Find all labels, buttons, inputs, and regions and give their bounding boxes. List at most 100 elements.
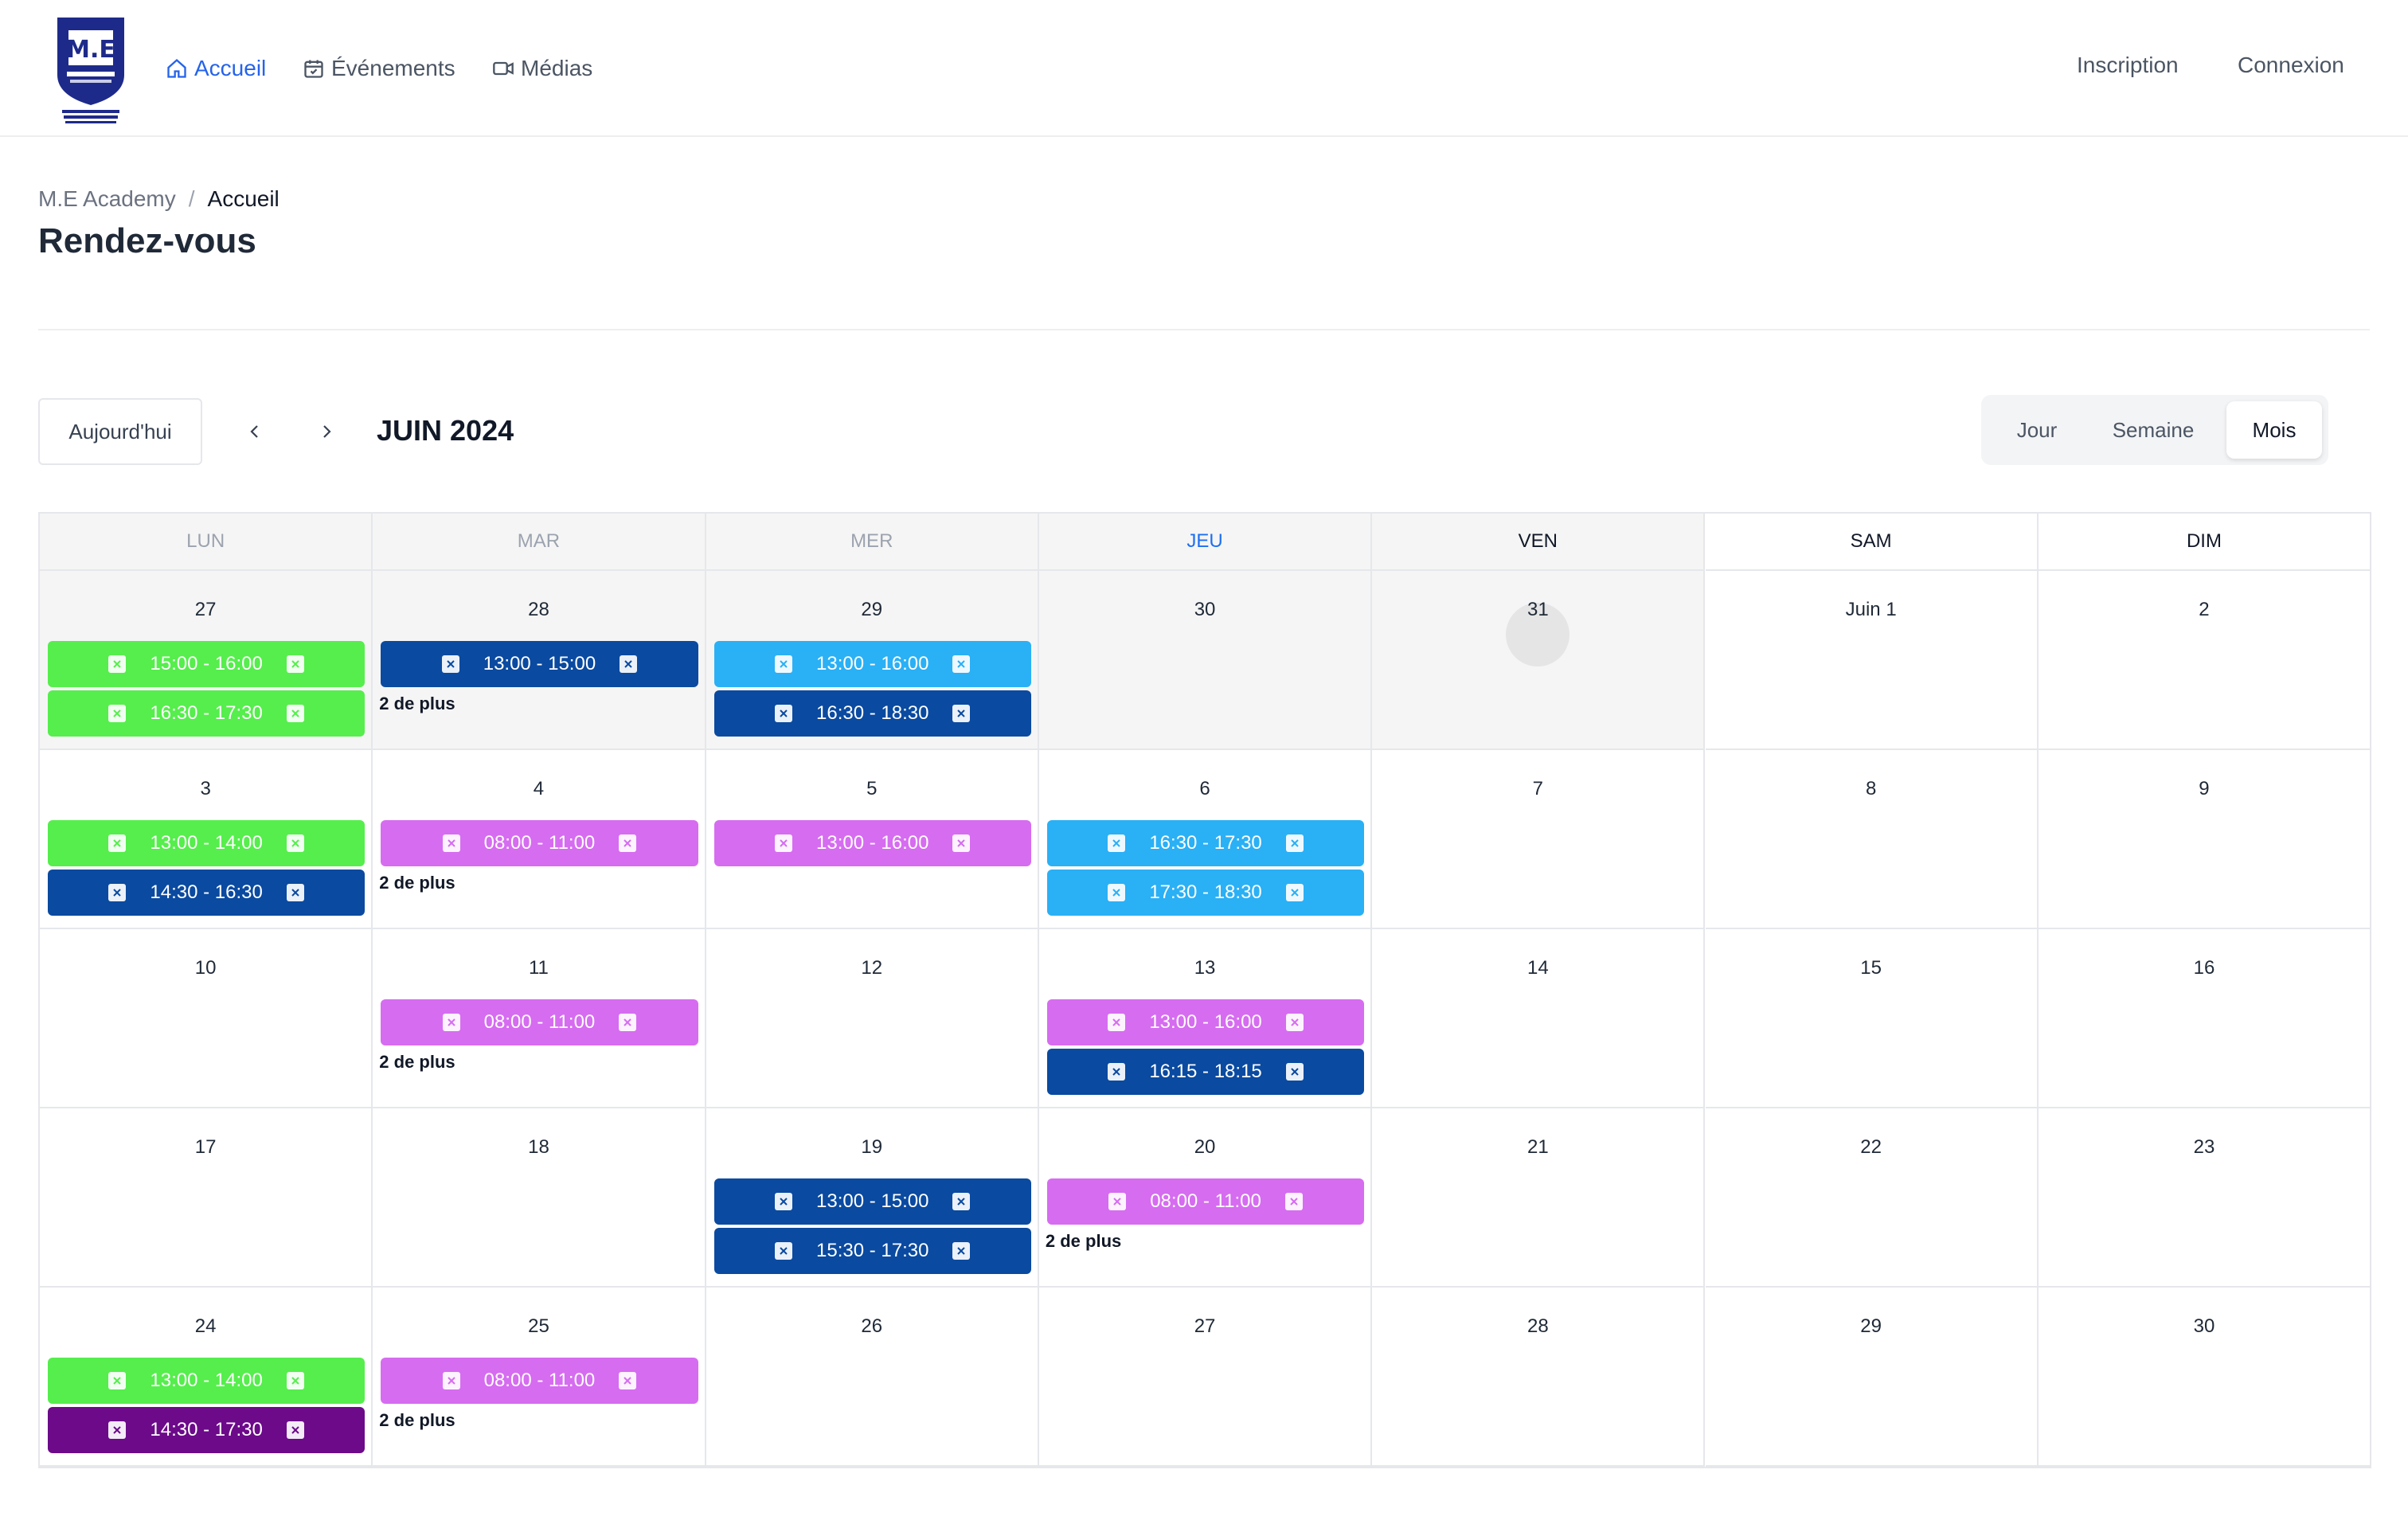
- more-events-link[interactable]: 2 de plus: [379, 1052, 455, 1073]
- event-chip[interactable]: 16:30 - 18:30: [713, 690, 1031, 737]
- day-cell[interactable]: 24 13:00 - 14:00 14:30 - 17:30: [40, 1288, 373, 1467]
- day-cell[interactable]: 28 13:00 - 15:00 2 de plus: [373, 571, 706, 750]
- close-icon[interactable]: [108, 884, 127, 901]
- day-number[interactable]: 9: [2039, 776, 2370, 803]
- event-chip[interactable]: 13:00 - 16:00: [713, 641, 1031, 687]
- close-icon[interactable]: [1108, 1193, 1127, 1210]
- day-number[interactable]: 19: [706, 1134, 1038, 1161]
- day-number[interactable]: Juin 1: [1706, 596, 2037, 623]
- day-number[interactable]: 18: [373, 1134, 704, 1161]
- day-cell[interactable]: 30: [2038, 1288, 2372, 1467]
- day-cell[interactable]: 3 13:00 - 14:00 14:30 - 16:30: [40, 750, 373, 929]
- day-number[interactable]: 25: [373, 1313, 704, 1340]
- event-chip[interactable]: 08:00 - 11:00: [381, 999, 698, 1045]
- view-month-button[interactable]: Mois: [2226, 401, 2322, 459]
- day-number[interactable]: 17: [40, 1134, 371, 1161]
- close-icon[interactable]: [775, 1193, 793, 1210]
- today-button[interactable]: Aujourd'hui: [38, 398, 202, 465]
- day-cell[interactable]: 12: [706, 929, 1039, 1108]
- close-icon[interactable]: [441, 655, 459, 673]
- close-icon[interactable]: [286, 655, 304, 673]
- event-chip[interactable]: 08:00 - 11:00: [1046, 1178, 1365, 1225]
- day-cell[interactable]: 23: [2038, 1108, 2372, 1288]
- day-number[interactable]: 5: [706, 776, 1038, 803]
- view-week-button[interactable]: Semaine: [2089, 401, 2217, 459]
- day-cell[interactable]: 22: [1705, 1108, 2039, 1288]
- more-events-link[interactable]: 2 de plus: [1046, 1231, 1121, 1252]
- event-chip[interactable]: 16:30 - 17:30: [1046, 820, 1365, 866]
- day-cell[interactable]: 19 13:00 - 15:00 15:30 - 17:30: [706, 1108, 1039, 1288]
- view-day-button[interactable]: Jour: [1989, 401, 2085, 459]
- day-number[interactable]: 3: [40, 776, 371, 803]
- previous-month-button[interactable]: [239, 416, 271, 447]
- day-cell[interactable]: 9: [2038, 750, 2372, 929]
- day-number[interactable]: 21: [1372, 1134, 1703, 1161]
- day-cell[interactable]: 28: [1372, 1288, 1706, 1467]
- event-chip[interactable]: 16:30 - 17:30: [48, 690, 366, 737]
- close-icon[interactable]: [286, 1372, 304, 1389]
- event-chip[interactable]: 13:00 - 15:00: [381, 641, 698, 687]
- close-icon[interactable]: [619, 1014, 637, 1031]
- close-icon[interactable]: [108, 705, 127, 722]
- day-cell[interactable]: 16: [2038, 929, 2372, 1108]
- close-icon[interactable]: [286, 1421, 304, 1439]
- day-cell[interactable]: 4 08:00 - 11:00 2 de plus: [373, 750, 706, 929]
- close-icon[interactable]: [952, 1193, 971, 1210]
- event-chip[interactable]: 13:00 - 15:00: [713, 1178, 1031, 1225]
- day-cell[interactable]: 8: [1705, 750, 2039, 929]
- day-number[interactable]: 8: [1706, 776, 2037, 803]
- close-icon[interactable]: [108, 1421, 127, 1439]
- day-number[interactable]: 27: [1039, 1313, 1370, 1340]
- nav-link-medias[interactable]: Médias: [492, 48, 592, 89]
- day-number[interactable]: 29: [706, 596, 1038, 623]
- day-cell[interactable]: 6 16:30 - 17:30 17:30 - 18:30: [1038, 750, 1373, 929]
- close-icon[interactable]: [952, 655, 971, 673]
- day-number[interactable]: 22: [1706, 1134, 2037, 1161]
- day-cell[interactable]: 2: [2038, 571, 2372, 750]
- day-cell[interactable]: 18: [373, 1108, 706, 1288]
- close-icon[interactable]: [1285, 1063, 1304, 1081]
- day-number[interactable]: 15: [1706, 955, 2037, 982]
- day-cell[interactable]: 29 13:00 - 16:00 16:30 - 18:30: [706, 571, 1039, 750]
- more-events-link[interactable]: 2 de plus: [379, 873, 455, 893]
- day-number[interactable]: 29: [1706, 1313, 2037, 1340]
- day-cell[interactable]: 10: [40, 929, 373, 1108]
- breadcrumb-root-link[interactable]: M.E Academy: [38, 186, 176, 212]
- close-icon[interactable]: [1108, 1063, 1126, 1081]
- next-month-button[interactable]: [311, 416, 342, 447]
- day-number[interactable]: 27: [40, 596, 371, 623]
- event-chip[interactable]: 08:00 - 11:00: [381, 820, 698, 866]
- day-cell[interactable]: 29: [1705, 1288, 2039, 1467]
- day-number[interactable]: 20: [1039, 1134, 1370, 1161]
- close-icon[interactable]: [442, 834, 460, 852]
- day-number[interactable]: 2: [2039, 596, 2370, 623]
- event-chip[interactable]: 13:00 - 16:00: [1046, 999, 1365, 1045]
- day-cell[interactable]: 11 08:00 - 11:00 2 de plus: [373, 929, 706, 1108]
- event-chip[interactable]: 15:30 - 17:30: [713, 1228, 1031, 1274]
- day-number[interactable]: 4: [373, 776, 704, 803]
- close-icon[interactable]: [619, 1372, 637, 1389]
- close-icon[interactable]: [775, 834, 793, 852]
- day-cell[interactable]: Juin 1: [1705, 571, 2039, 750]
- close-icon[interactable]: [620, 655, 638, 673]
- day-cell[interactable]: 5 13:00 - 16:00: [706, 750, 1039, 929]
- close-icon[interactable]: [775, 705, 793, 722]
- close-icon[interactable]: [619, 834, 637, 852]
- close-icon[interactable]: [952, 834, 971, 852]
- close-icon[interactable]: [286, 884, 304, 901]
- event-chip[interactable]: 17:30 - 18:30: [1046, 870, 1365, 916]
- day-cell[interactable]: 25 08:00 - 11:00 2 de plus: [373, 1288, 706, 1467]
- close-icon[interactable]: [1108, 834, 1126, 852]
- day-number[interactable]: 28: [1372, 1313, 1703, 1340]
- day-number[interactable]: 7: [1372, 776, 1703, 803]
- close-icon[interactable]: [108, 655, 127, 673]
- close-icon[interactable]: [1284, 1193, 1303, 1210]
- day-cell[interactable]: 21: [1372, 1108, 1706, 1288]
- event-chip[interactable]: 13:00 - 16:00: [713, 820, 1031, 866]
- event-chip[interactable]: 13:00 - 14:00: [48, 1358, 366, 1404]
- more-events-link[interactable]: 2 de plus: [379, 1410, 455, 1431]
- day-cell[interactable]: 15: [1705, 929, 2039, 1108]
- close-icon[interactable]: [1285, 1014, 1304, 1031]
- day-cell[interactable]: 30: [1038, 571, 1373, 750]
- day-number[interactable]: 6: [1039, 776, 1370, 803]
